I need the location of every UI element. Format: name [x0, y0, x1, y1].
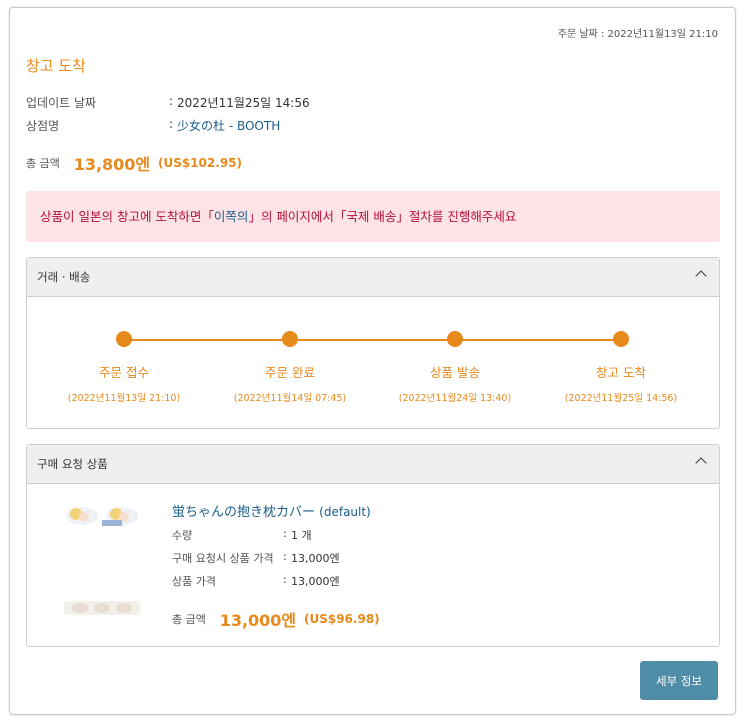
order-card: 주문 날짜 : 2022년11월13일 21:10 창고 도착 업데이트 날짜 … — [9, 7, 736, 715]
chevron-up-icon[interactable] — [695, 270, 707, 282]
step-name: 상품 발송 — [430, 365, 480, 380]
timeline-step: 주문 완료 (2022년11월14일 07:45) — [205, 331, 375, 404]
product-panel-title: 구매 요청 상품 — [37, 457, 108, 471]
updated-label: 업데이트 날짜 — [26, 96, 97, 110]
product-variant[interactable]: (default) — [319, 505, 371, 519]
step-date: (2022년11월24일 13:40) — [398, 393, 512, 404]
order-date-label: 주문 날짜 — [557, 29, 598, 40]
order-date: 주문 날짜 : 2022년11월13일 21:10 — [557, 29, 719, 40]
alert-banner: 상품이 일본의 창고에 도착하면「이쪽의」의 페이지에서「국제 배송」절차를 진… — [26, 191, 720, 242]
total-label: 총 금액 — [26, 157, 60, 170]
shop-link[interactable]: 少女の杜 - BOOTH — [177, 117, 280, 134]
step-date: (2022년11월25일 14:56) — [564, 393, 678, 404]
details-button[interactable]: 세부 정보 — [640, 661, 718, 700]
timeline-step: 주문 접수 (2022년11월13일 21:10) — [39, 331, 209, 404]
product-title[interactable]: 蛍ちゃんの抱き枕カバー (default) — [172, 501, 371, 520]
step-name: 주문 완료 — [265, 365, 315, 380]
status-title: 창고 도착 — [26, 57, 86, 75]
step-date: (2022년11월14일 07:45) — [233, 393, 347, 404]
alert-link[interactable]: 이쪽의 — [214, 209, 249, 224]
step-name: 주문 접수 — [99, 365, 149, 380]
order-total: 총 금액 13,800엔 (US$102.95) — [26, 151, 242, 174]
product-total: 총 금액 13,000엔 (US$96.98) — [172, 611, 380, 630]
product-name[interactable]: 蛍ちゃんの抱き枕カバー — [172, 505, 315, 520]
product-panel-header[interactable]: 구매 요청 상품 — [27, 445, 719, 484]
order-date-value: 2022년11월13일 21:10 — [607, 29, 719, 40]
step-dot — [447, 331, 463, 347]
total-yen: 13,800엔 — [73, 155, 151, 174]
step-dot — [282, 331, 298, 347]
chevron-up-icon[interactable] — [695, 457, 707, 469]
step-date: (2022년11월13일 21:10) — [67, 393, 181, 404]
timeline-step: 창고 도착 (2022년11월25일 14:56) — [536, 331, 706, 404]
step-dot — [116, 331, 132, 347]
timeline-step: 상품 발송 (2022년11월24일 13:40) — [370, 331, 540, 404]
shipping-panel-header[interactable]: 거래 · 배송 — [27, 258, 719, 297]
step-name: 창고 도착 — [596, 365, 646, 380]
updated-value: 2022년11월25일 14:56 — [177, 96, 310, 110]
product-thumbnail[interactable] — [62, 595, 142, 621]
step-dot — [613, 331, 629, 347]
shop-label: 상점명 — [26, 119, 60, 133]
product-thumbnail[interactable] — [62, 500, 142, 528]
shipping-panel: 거래 · 배송 주문 접수 (2022년11월13일 21:10) 주문 완료 … — [26, 257, 720, 429]
product-panel: 구매 요청 상품 蛍ちゃんの抱き枕カバー (default) 수량 : 1 개 … — [26, 444, 720, 647]
shipping-panel-title: 거래 · 배송 — [37, 270, 91, 284]
total-usd: (US$102.95) — [157, 156, 242, 170]
